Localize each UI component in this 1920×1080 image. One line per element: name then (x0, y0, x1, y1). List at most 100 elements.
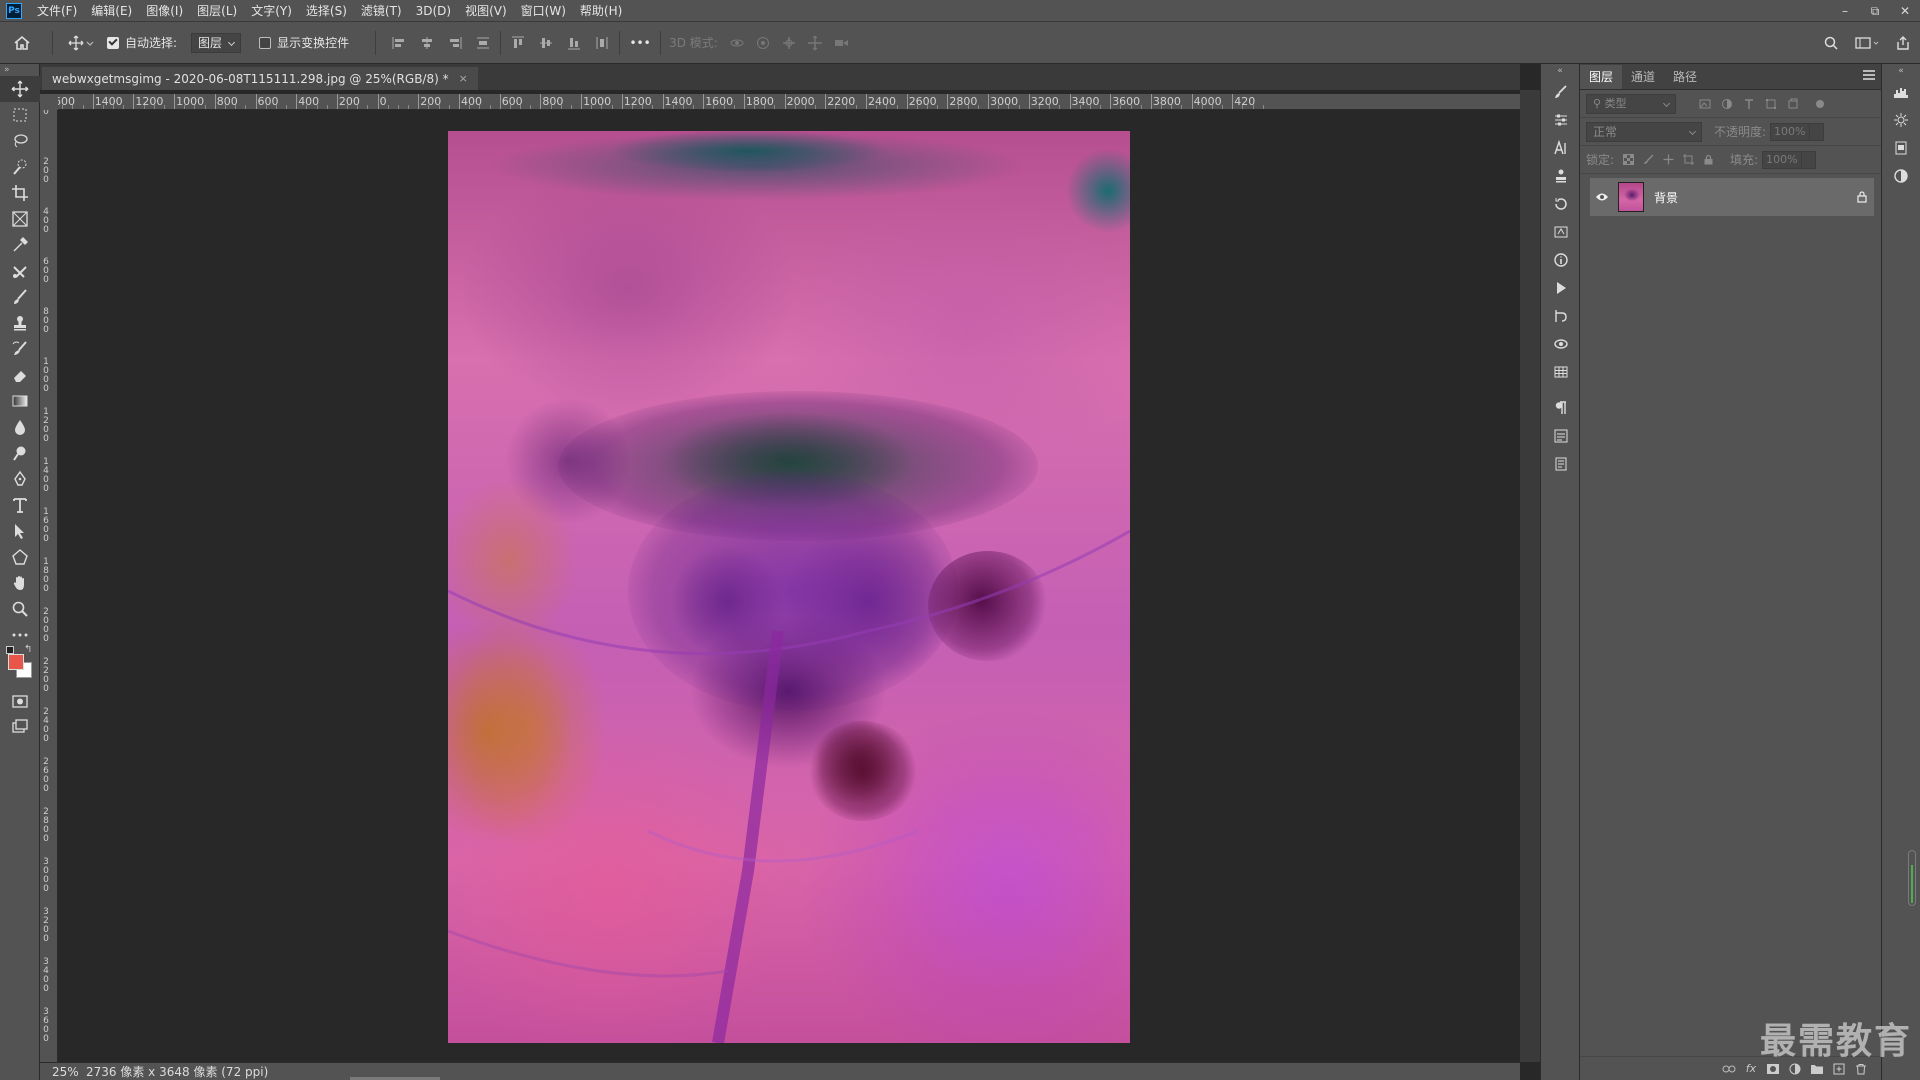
menu-item-5[interactable]: 选择(S) (299, 0, 354, 22)
menu-item-9[interactable]: 窗口(W) (514, 0, 573, 22)
swap-colors-icon[interactable]: ↰ (24, 644, 32, 655)
collapse-panels-icon[interactable]: « (1541, 64, 1579, 78)
history-icon[interactable] (1541, 190, 1581, 218)
crop-tool-icon[interactable] (0, 180, 40, 206)
tab-paths[interactable]: 路径 (1664, 65, 1706, 89)
move-tool-icon[interactable] (0, 76, 40, 102)
brush-tool-icon[interactable] (0, 284, 40, 310)
paragraph-icon[interactable] (1541, 394, 1581, 422)
move-tool-preset-icon[interactable] (61, 31, 101, 55)
eyedropper-tool-icon[interactable] (0, 232, 40, 258)
3d-rotate-icon[interactable] (728, 31, 746, 55)
close-window-button[interactable]: ✕ (1890, 0, 1920, 22)
screen-mode-icon[interactable] (0, 714, 40, 740)
edit-toolbar-icon[interactable] (0, 622, 40, 648)
layer-filter-dropdown[interactable]: ⚲ 类型 (1586, 93, 1676, 114)
filter-pixel-icon[interactable] (1694, 94, 1716, 114)
zoom-tool-icon[interactable] (0, 596, 40, 622)
frame-tool-icon[interactable] (0, 206, 40, 232)
fill-input[interactable]: 100% (1762, 150, 1803, 169)
lock-all-icon[interactable] (1698, 150, 1718, 170)
align-right-icon[interactable] (446, 31, 464, 55)
zoom-level[interactable]: 25% (40, 1065, 79, 1079)
character-icon[interactable] (1541, 134, 1581, 162)
marquee-tool-icon[interactable] (0, 102, 40, 128)
3d-slide-icon[interactable] (806, 31, 824, 55)
document-tab[interactable]: webwxgetmsgimg - 2020-06-08T115111.298.j… (42, 67, 478, 90)
show-transform-checkbox[interactable] (259, 36, 272, 49)
default-colors-icon[interactable] (6, 646, 14, 654)
align-center-horizontal-icon[interactable] (418, 31, 436, 55)
menu-item-4[interactable]: 文字(Y) (244, 0, 299, 22)
collapse-right-icon[interactable]: « (1882, 64, 1920, 78)
notes-icon[interactable] (1541, 450, 1581, 478)
3d-panel-icon[interactable] (1541, 330, 1581, 358)
dodge-tool-icon[interactable] (0, 440, 40, 466)
layer-name[interactable]: 背景 (1654, 189, 1850, 206)
histogram-icon[interactable] (1882, 78, 1920, 106)
close-tab-icon[interactable]: × (459, 72, 468, 85)
menu-item-2[interactable]: 图像(I) (139, 0, 190, 22)
blur-tool-icon[interactable] (0, 414, 40, 440)
share-icon[interactable] (1894, 31, 1912, 55)
adjustments-icon[interactable] (1541, 106, 1581, 134)
layer-lock-icon[interactable] (1850, 191, 1874, 203)
filter-type-icon[interactable] (1738, 94, 1760, 114)
menu-item-10[interactable]: 帮助(H) (573, 0, 629, 22)
menu-item-3[interactable]: 图层(L) (190, 0, 244, 22)
clone-stamp-tool-icon[interactable] (0, 310, 40, 336)
lock-artboard-icon[interactable] (1678, 150, 1698, 170)
align-left-icon[interactable] (390, 31, 408, 55)
lock-image-pixels-icon[interactable] (1638, 150, 1658, 170)
align-top-icon[interactable] (509, 31, 527, 55)
navigator-icon[interactable] (1882, 106, 1920, 134)
glyphs-icon[interactable] (1541, 218, 1581, 246)
filter-smart-object-icon[interactable] (1782, 94, 1804, 114)
actions-play-icon[interactable] (1541, 274, 1581, 302)
document-image[interactable] (448, 131, 1130, 1043)
menu-item-6[interactable]: 滤镜(T) (354, 0, 409, 22)
distribute-horizontal-icon[interactable] (474, 31, 492, 55)
quick-selection-tool-icon[interactable] (0, 154, 40, 180)
align-bottom-icon[interactable] (565, 31, 583, 55)
lock-transparent-pixels-icon[interactable] (1618, 150, 1638, 170)
align-middle-vertical-icon[interactable] (537, 31, 555, 55)
lasso-tool-icon[interactable] (0, 128, 40, 154)
3d-roll-icon[interactable] (754, 31, 772, 55)
hand-tool-icon[interactable] (0, 570, 40, 596)
distribute-vertical-icon[interactable] (593, 31, 611, 55)
vertical-ruler[interactable]: 0 2 0 0 4 0 0 6 0 0 8 0 0 1 0 0 0 1 2 0 0 1 4 0… (40, 110, 58, 1062)
layer-style-fx-icon[interactable]: fx (1740, 1058, 1762, 1080)
foreground-color-swatch[interactable] (8, 654, 24, 670)
filter-adjustment-icon[interactable] (1716, 94, 1738, 114)
menu-item-7[interactable]: 3D(D) (409, 0, 458, 22)
blend-mode-dropdown[interactable]: 正常 (1586, 121, 1702, 142)
more-options-button[interactable]: ••• (628, 36, 652, 50)
canvas-area[interactable] (58, 110, 1520, 1062)
panel-menu-icon[interactable] (1863, 70, 1875, 80)
search-icon[interactable] (1822, 31, 1840, 55)
tab-layers[interactable]: 图层 (1580, 65, 1623, 89)
lock-position-icon[interactable] (1658, 150, 1678, 170)
document-info[interactable]: 2736 像素 x 3648 像素 (72 ppi) (78, 1063, 268, 1080)
paragraph-styles-icon[interactable] (1541, 422, 1581, 450)
restore-button[interactable]: ⧉ (1860, 0, 1890, 22)
menu-item-1[interactable]: 编辑(E) (84, 0, 139, 22)
brush-settings-icon[interactable] (1541, 78, 1581, 106)
3d-drag-icon[interactable] (780, 31, 798, 55)
healing-brush-tool-icon[interactable] (0, 258, 40, 284)
workspace-switcher-icon[interactable] (1854, 31, 1880, 55)
table-icon[interactable] (1541, 358, 1581, 386)
link-layers-icon[interactable] (1718, 1058, 1740, 1080)
quick-mask-icon[interactable] (0, 688, 40, 714)
layer-row-background[interactable]: 背景 (1590, 178, 1874, 216)
libraries-icon[interactable] (1882, 134, 1920, 162)
pen-tool-icon[interactable] (0, 466, 40, 492)
fill-slider-toggle[interactable] (1802, 150, 1817, 169)
layer-visibility-eye-icon[interactable] (1590, 192, 1614, 202)
info-icon[interactable] (1541, 246, 1581, 274)
shape-tool-icon[interactable] (0, 544, 40, 570)
3d-scale-icon[interactable] (832, 31, 850, 55)
filter-shape-icon[interactable] (1760, 94, 1782, 114)
auto-select-checkbox[interactable] (107, 36, 119, 49)
